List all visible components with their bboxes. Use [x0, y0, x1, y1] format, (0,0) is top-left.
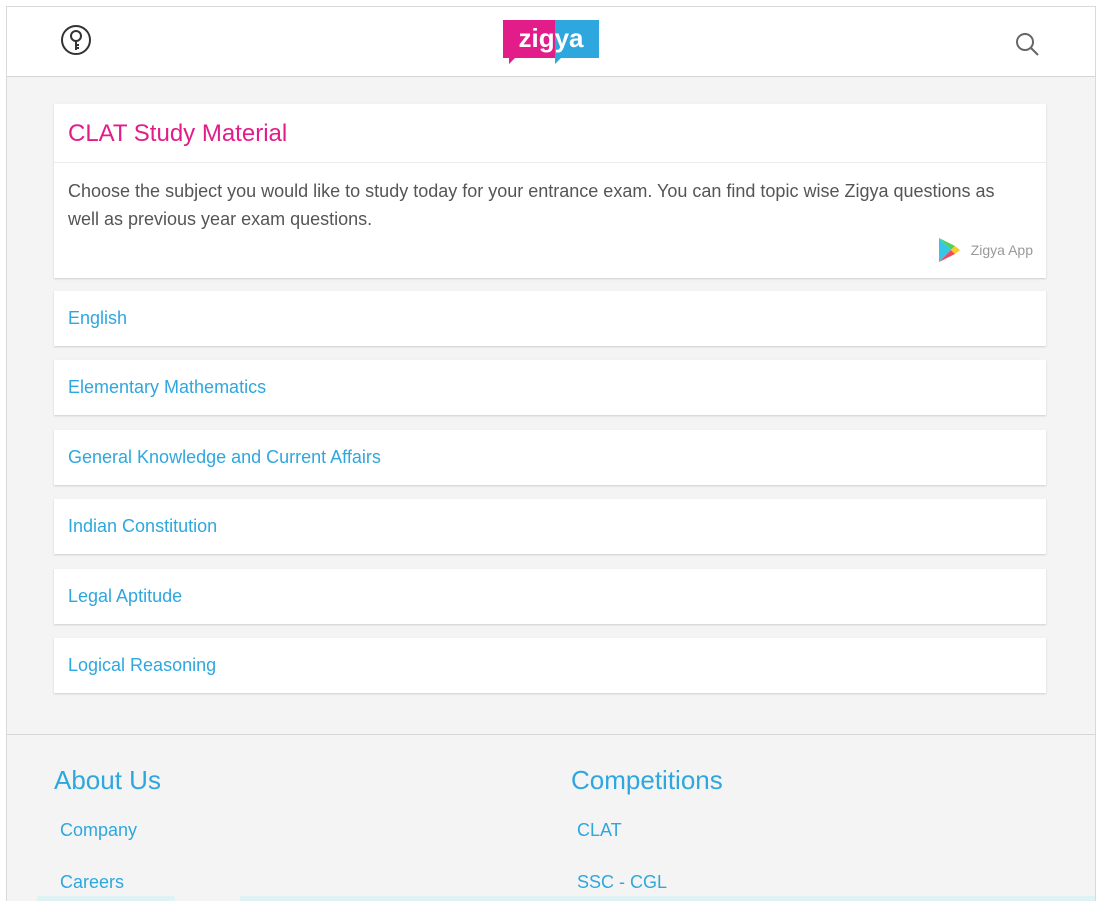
page-title: CLAT Study Material	[68, 120, 288, 147]
subject-item-legal-aptitude[interactable]: Legal Aptitude	[54, 569, 1046, 624]
subject-label: Legal Aptitude	[68, 586, 183, 606]
page-frame: zigya CLAT Study Material Choose the sub…	[6, 6, 1096, 901]
subject-item-english[interactable]: English	[54, 291, 1046, 346]
search-icon[interactable]	[1014, 31, 1040, 57]
footer-link-careers[interactable]: Careers	[60, 870, 124, 894]
subject-label: Logical Reasoning	[68, 655, 217, 675]
subject-label: General Knowledge and Current Affairs	[68, 447, 381, 467]
subject-label: Indian Constitution	[68, 516, 218, 536]
subject-item-indian-constitution[interactable]: Indian Constitution	[54, 499, 1046, 554]
footer-divider	[7, 734, 1095, 735]
footer-link-clat[interactable]: CLAT	[577, 818, 622, 842]
footer-link-ssc-cgl[interactable]: SSC - CGL	[577, 870, 667, 894]
zigya-app-link[interactable]: Zigya App	[937, 235, 1033, 265]
footer-link-company[interactable]: Company	[60, 818, 137, 842]
card-divider	[54, 162, 1046, 163]
subject-item-elementary-mathematics[interactable]: Elementary Mathematics	[54, 360, 1046, 415]
footer-competitions-heading: Competitions	[571, 765, 723, 795]
user-key-icon[interactable]	[60, 24, 92, 56]
subject-item-logical-reasoning[interactable]: Logical Reasoning	[54, 638, 1046, 693]
logo-text: zigya	[518, 23, 584, 53]
subject-label: English	[68, 308, 128, 328]
zigya-logo[interactable]: zigya	[503, 20, 599, 66]
header-bar: zigya	[7, 7, 1095, 77]
study-material-card: CLAT Study Material Choose the subject y…	[54, 104, 1046, 278]
intro-description: Choose the subject you would like to stu…	[68, 181, 995, 229]
bottom-strip	[37, 896, 1095, 901]
bottom-strip-gap	[175, 896, 240, 901]
google-play-icon	[938, 238, 960, 262]
app-link-label: Zigya App	[970, 242, 1033, 258]
subject-label: Elementary Mathematics	[68, 377, 267, 397]
footer-about-heading: About Us	[54, 765, 161, 795]
subject-item-general-knowledge[interactable]: General Knowledge and Current Affairs	[54, 430, 1046, 485]
